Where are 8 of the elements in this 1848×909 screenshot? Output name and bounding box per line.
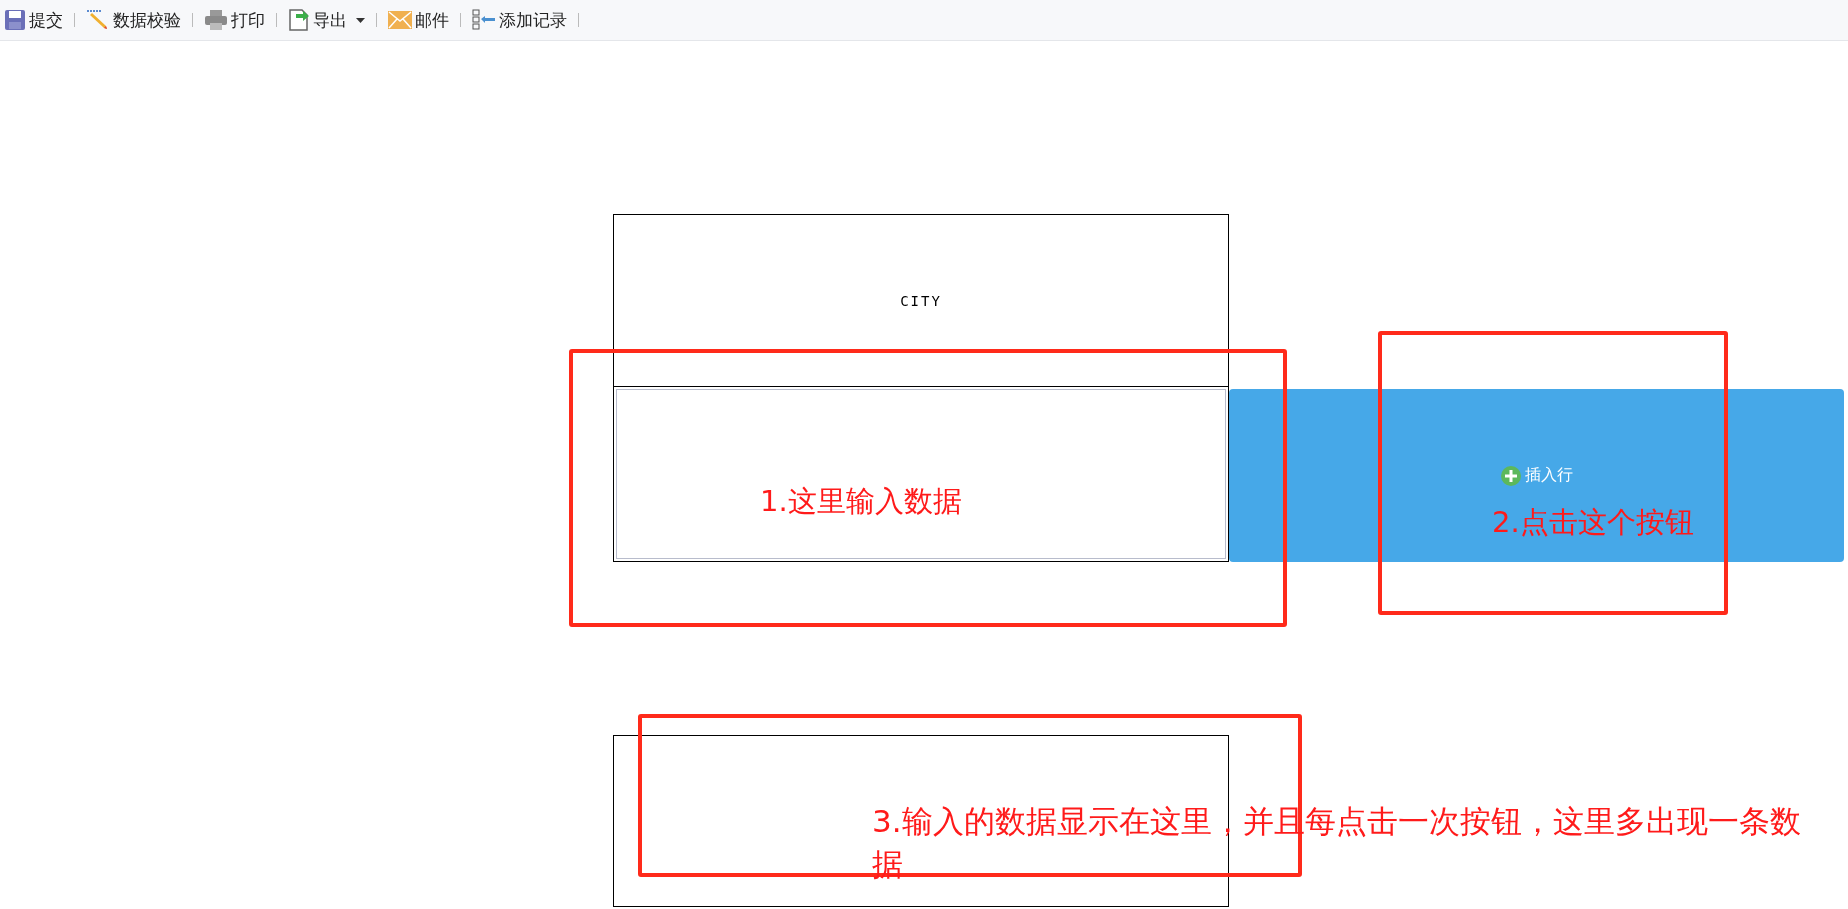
toolbar-button[interactable]: 邮件	[386, 8, 451, 32]
toolbar-button[interactable]: 导出	[286, 8, 367, 32]
toolbar-button[interactable]: 打印	[202, 8, 267, 32]
annotation-text: 2.点击这个按钮	[1492, 504, 1694, 541]
toolbar-button[interactable]: 数据校验	[84, 8, 183, 32]
toolbar-button[interactable]: 提交	[2, 8, 65, 32]
annotation-text: 1.这里输入数据	[760, 483, 962, 520]
toolbar-button[interactable]: 添加记录	[470, 8, 569, 32]
